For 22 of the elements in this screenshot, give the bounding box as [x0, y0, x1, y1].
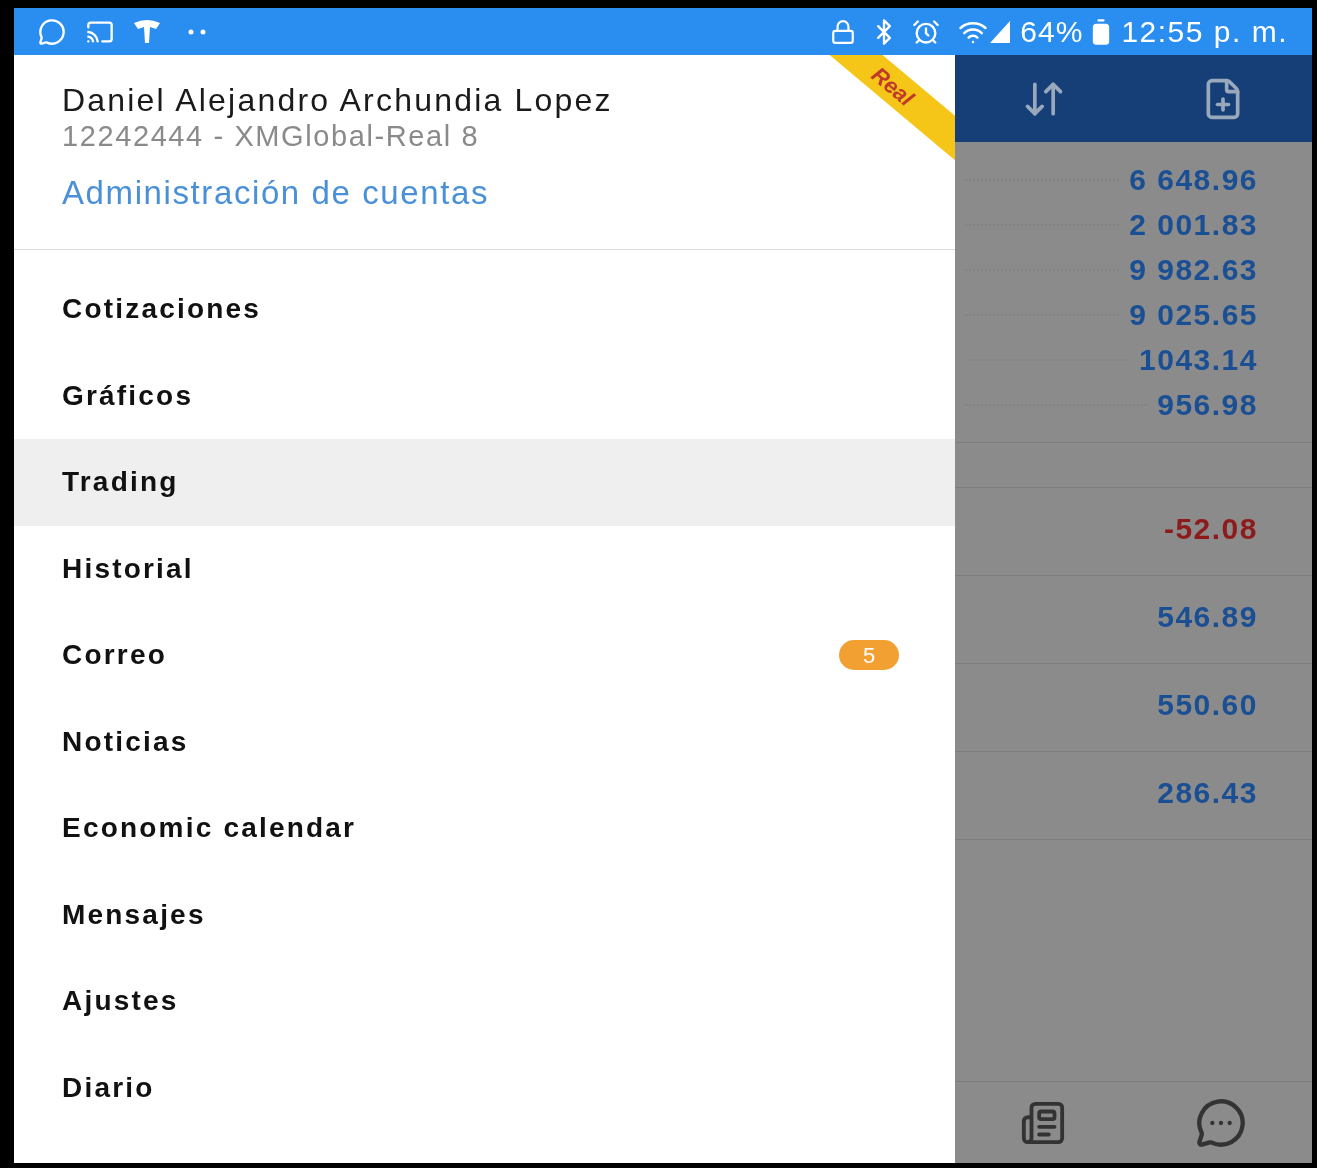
- balance-value: 6 648.96: [1129, 162, 1258, 198]
- balance-value: 2 001.83: [1129, 207, 1258, 243]
- balance-value: 956.98: [1157, 387, 1258, 423]
- profit-value: 550.60: [1157, 687, 1258, 723]
- account-number: 12242444 - XMGlobal-Real 8: [62, 119, 480, 153]
- account-name: Daniel Alejandro Archundia Lopez: [62, 81, 613, 119]
- chat-icon[interactable]: [1195, 1096, 1248, 1149]
- menu-item[interactable]: Trading: [14, 439, 955, 526]
- profit-value: 546.89: [1157, 599, 1258, 635]
- lock-icon: [830, 18, 857, 45]
- battery-percent: 64%: [1020, 14, 1084, 50]
- profit-value: -52.08: [1163, 511, 1258, 547]
- alarm-icon: [912, 17, 941, 46]
- profit-value: 286.43: [1157, 775, 1258, 811]
- unread-count-badge: 5: [839, 640, 899, 671]
- chat-app-icon: [38, 17, 66, 46]
- signal-icon: [990, 20, 1011, 43]
- balance-value: 1043.14: [1139, 342, 1258, 378]
- news-icon[interactable]: [1019, 1099, 1066, 1146]
- clock: 12:55 p. m.: [1121, 14, 1288, 50]
- balance-value: 9 982.63: [1129, 252, 1258, 288]
- balance-value: 9 025.65: [1129, 297, 1258, 333]
